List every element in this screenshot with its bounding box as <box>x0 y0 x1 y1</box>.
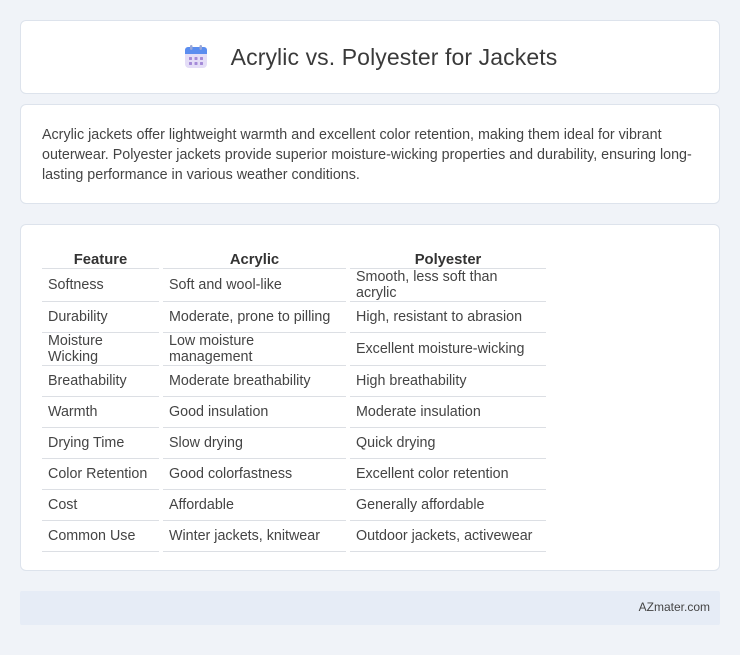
feature-cell: Drying Time <box>42 426 161 458</box>
table-row: Common Use Winter jackets, knitwear Outd… <box>42 519 546 552</box>
feature-cell: Common Use <box>42 519 161 552</box>
column-header-acrylic: Acrylic <box>159 247 348 268</box>
column-header-polyester: Polyester <box>346 247 546 268</box>
polyester-cell: Quick drying <box>346 426 546 458</box>
acrylic-cell: Low moisture management <box>159 331 348 365</box>
intro-paragraph: Acrylic jackets offer lightweight warmth… <box>42 127 692 183</box>
polyester-cell: Excellent moisture-wicking <box>346 331 546 365</box>
acrylic-cell: Slow drying <box>159 426 348 458</box>
title-row: Acrylic vs. Polyester for Jackets <box>21 21 719 93</box>
feature-cell: Breathability <box>42 364 161 396</box>
acrylic-cell: Good insulation <box>159 395 348 427</box>
table-header-row: Feature Acrylic Polyester <box>42 247 546 268</box>
page-title: Acrylic vs. Polyester for Jackets <box>230 43 558 70</box>
polyester-cell: High breathability <box>346 364 546 396</box>
calendar-icon <box>183 44 209 70</box>
feature-cell: Softness <box>42 267 161 301</box>
comparison-table: Feature Acrylic Polyester Softness Soft … <box>42 247 546 552</box>
table-row: Warmth Good insulation Moderate insulati… <box>42 395 546 427</box>
table-row: Drying Time Slow drying Quick drying <box>42 426 546 458</box>
polyester-cell: Outdoor jackets, activewear <box>346 519 546 552</box>
table-row: Durability Moderate, prone to pilling Hi… <box>42 300 546 332</box>
intro-card: Acrylic jackets offer lightweight warmth… <box>20 104 720 204</box>
title-card: Acrylic vs. Polyester for Jackets <box>20 20 720 94</box>
polyester-cell: Smooth, less soft than acrylic <box>346 267 546 301</box>
column-header-feature: Feature <box>73 251 128 268</box>
comparison-card: Feature Acrylic Polyester Softness Soft … <box>20 224 720 571</box>
footer-site-name: AZmater.com <box>638 600 710 614</box>
polyester-cell: Moderate insulation <box>346 395 546 427</box>
table-row: Color Retention Good colorfastness Excel… <box>42 457 546 489</box>
acrylic-cell: Winter jackets, knitwear <box>159 519 348 552</box>
feature-cell: Cost <box>42 488 161 520</box>
acrylic-cell: Good colorfastness <box>159 457 348 489</box>
polyester-cell: Excellent color retention <box>346 457 546 489</box>
footer-bar: AZmater.com <box>20 591 720 625</box>
polyester-cell: High, resistant to abrasion <box>346 300 546 332</box>
feature-cell: Color Retention <box>42 457 161 489</box>
table-row: Moisture Wicking Low moisture management… <box>42 331 546 365</box>
acrylic-cell: Soft and wool-like <box>159 267 348 301</box>
polyester-cell: Generally affordable <box>346 488 546 520</box>
feature-cell: Durability <box>42 300 161 332</box>
table-row: Softness Soft and wool-like Smooth, less… <box>42 267 546 301</box>
acrylic-cell: Affordable <box>159 488 348 520</box>
acrylic-cell: Moderate, prone to pilling <box>159 300 348 332</box>
acrylic-cell: Moderate breathability <box>159 364 348 396</box>
table-row: Breathability Moderate breathability Hig… <box>42 364 546 396</box>
table-row: Cost Affordable Generally affordable <box>42 488 546 520</box>
feature-cell: Warmth <box>42 395 161 427</box>
feature-cell: Moisture Wicking <box>42 331 161 365</box>
